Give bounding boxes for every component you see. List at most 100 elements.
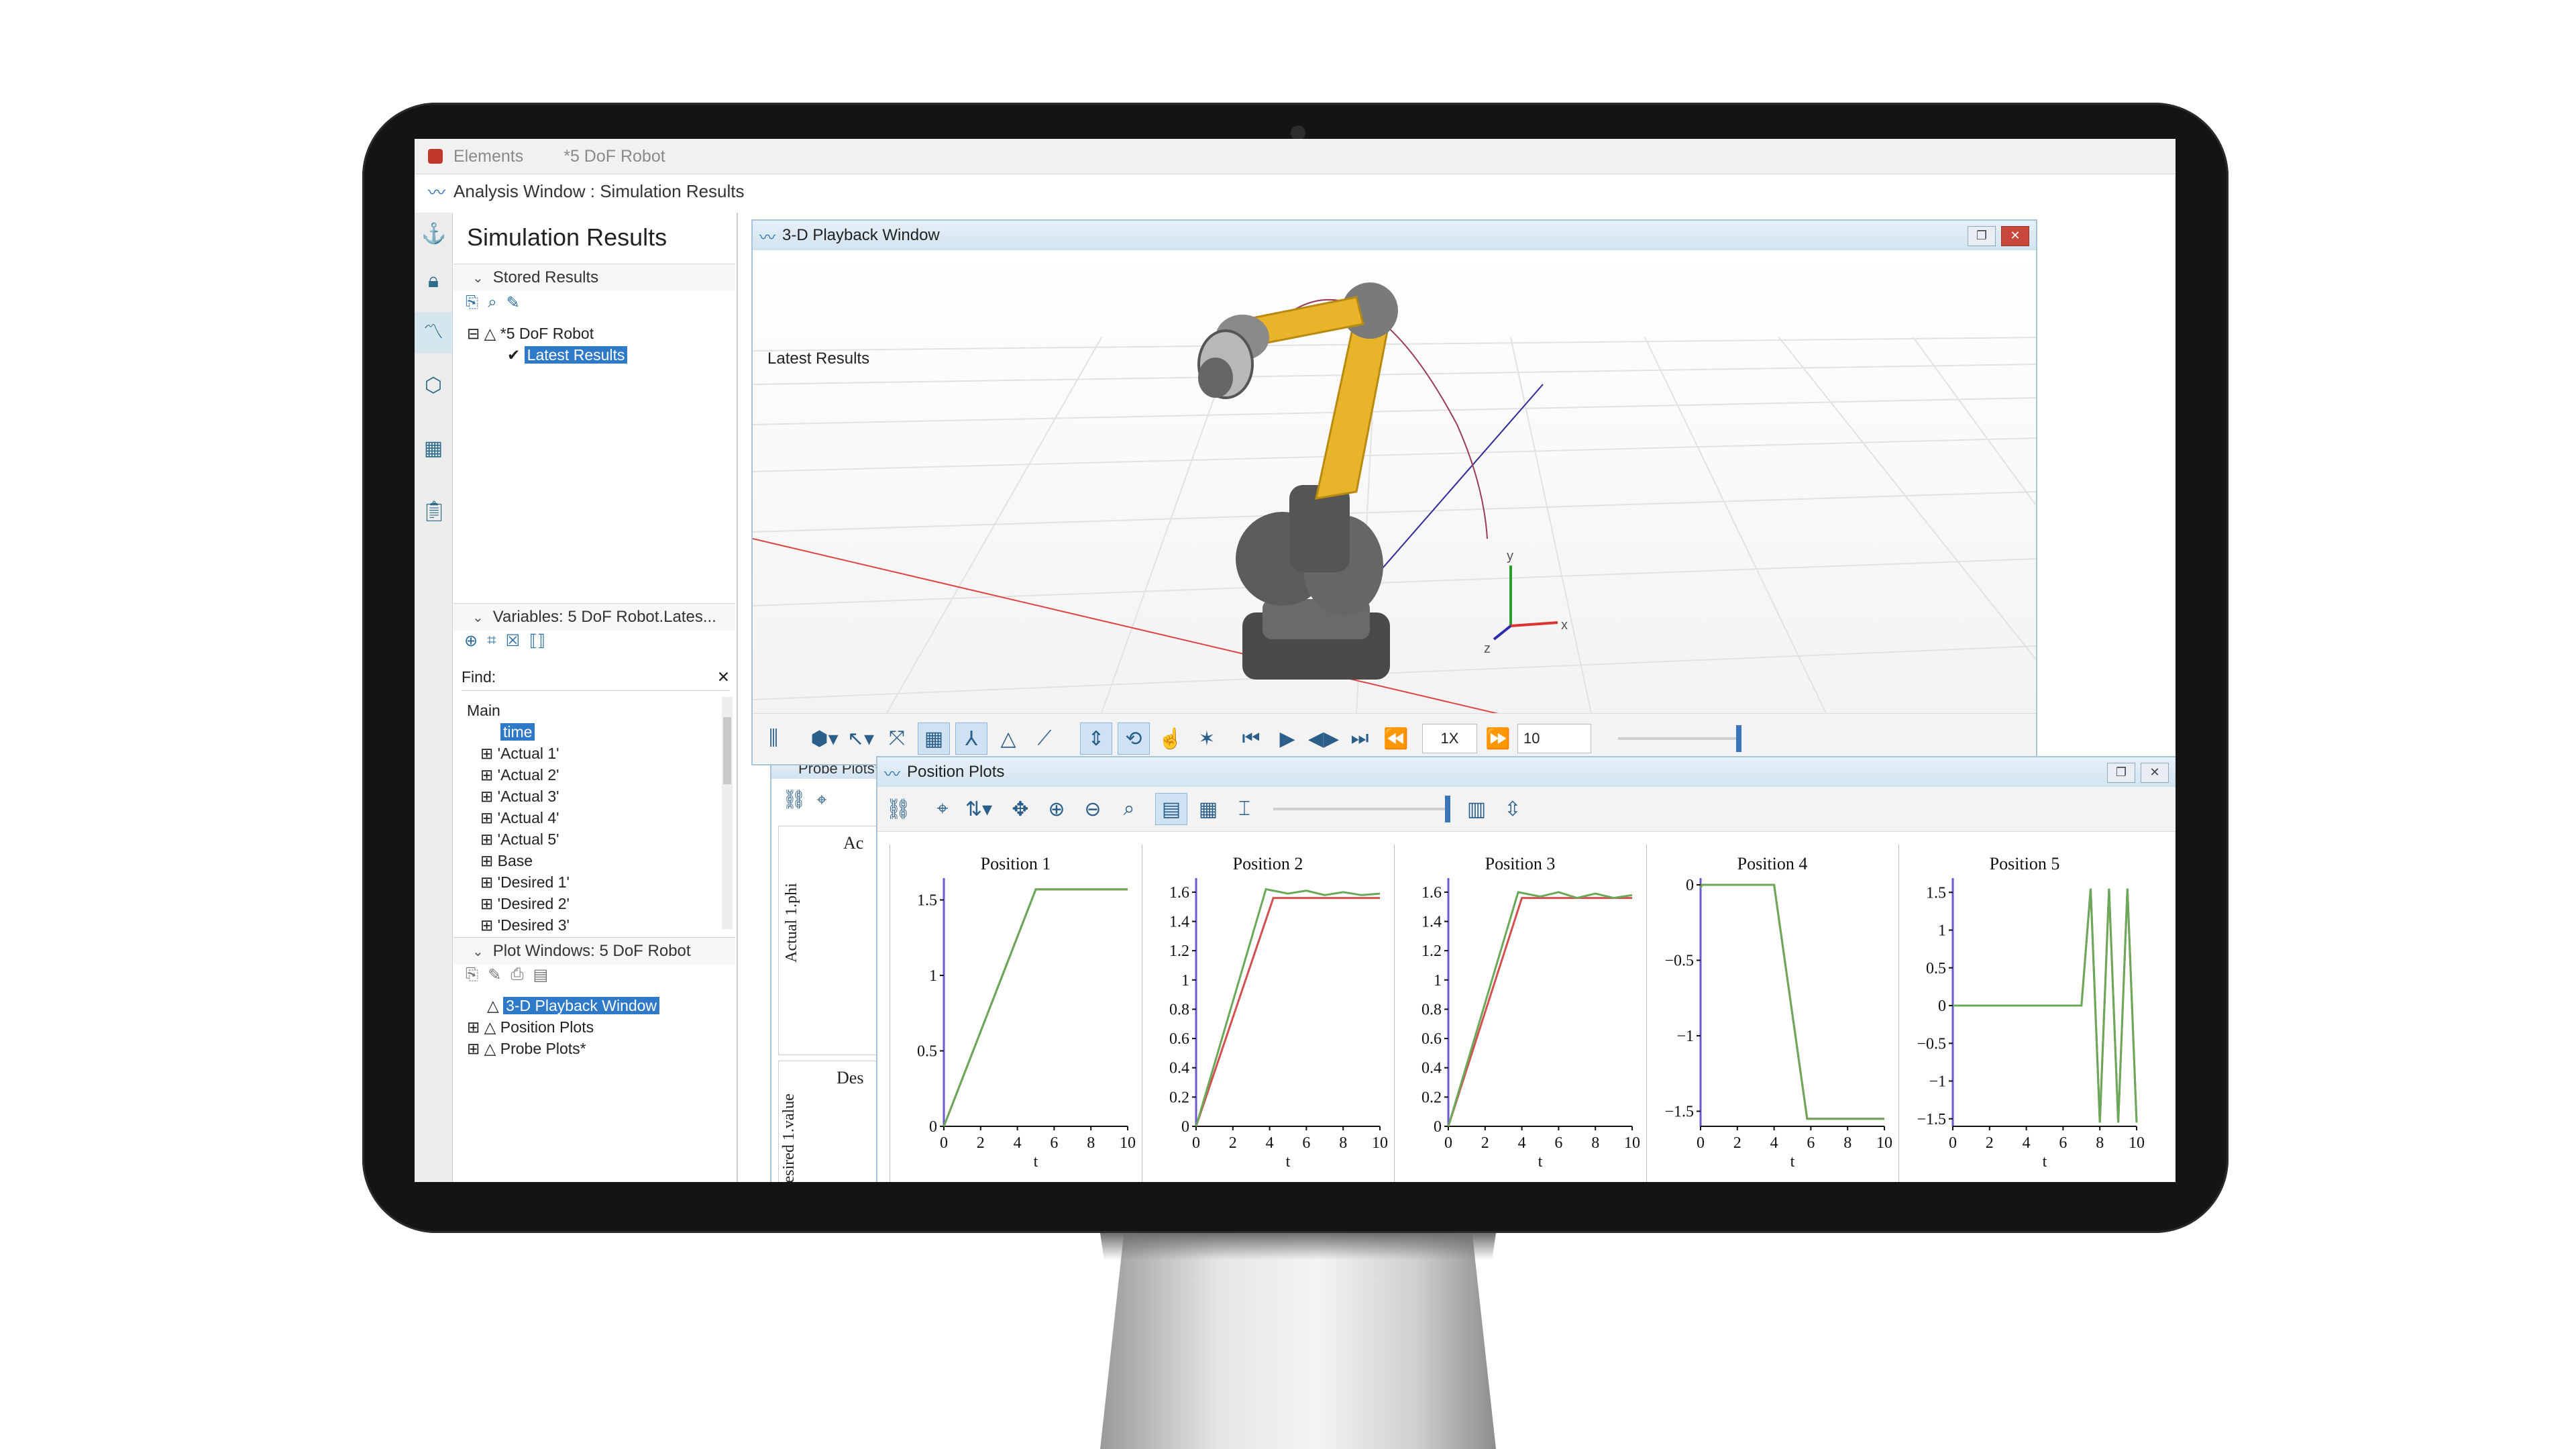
crosshair-icon[interactable]: ⌖ bbox=[927, 794, 958, 824]
y-tick-label: 0.2 bbox=[1169, 1089, 1189, 1106]
restore-button[interactable]: ❐ bbox=[2107, 763, 2135, 783]
ruler-icon[interactable]: ▥ bbox=[1461, 794, 1492, 824]
frame-field[interactable]: 10 bbox=[1517, 724, 1591, 753]
restore-button[interactable]: ❐ bbox=[1968, 226, 1996, 246]
fast-forward-icon[interactable]: ⏩ bbox=[1483, 723, 1513, 754]
play-icon[interactable]: ▶ bbox=[1272, 723, 1303, 754]
position-plot[interactable]: Position 5 −1.5 −1 −0.5 0 0.5 1 1.5 0 2 4 6 8 10 t bbox=[1898, 845, 2150, 1182]
series-line bbox=[1953, 888, 2138, 1123]
playback-slider[interactable] bbox=[1618, 725, 1741, 752]
cursor-icon[interactable]: ⌶ bbox=[1229, 794, 1260, 824]
scene-svg: x y z bbox=[752, 282, 2037, 720]
variable-item[interactable]: ⊞ Base bbox=[467, 850, 715, 871]
find-field[interactable]: Find: ✕ bbox=[462, 663, 730, 691]
tree-item-latest-results[interactable]: ✔ Latest Results bbox=[467, 344, 628, 366]
tree-label: Latest Results bbox=[524, 346, 628, 364]
vertical-move-icon[interactable]: ⇕ bbox=[1080, 722, 1112, 755]
fit-view-icon[interactable]: ⤧ bbox=[881, 723, 912, 754]
plot-window-item[interactable]: ⊞ △ Position Plots bbox=[467, 1016, 659, 1038]
x-tick-label: 4 bbox=[1266, 1134, 1274, 1152]
position-plot[interactable]: Position 2 0 0.2 0.4 0.6 0.8 1 1.2 1.4 1.6 0 2 4 6 8 10… bbox=[1142, 845, 1393, 1182]
variable-item[interactable]: ⊞ 'Actual 2' bbox=[467, 764, 715, 786]
skip-end-icon[interactable]: ⏭ bbox=[1344, 723, 1375, 754]
variable-item[interactable]: ⊞ 'Actual 4' bbox=[467, 807, 715, 828]
pan-icon[interactable]: ✥ bbox=[1005, 794, 1036, 824]
variable-item[interactable]: ⊞ 'Actual 1' bbox=[467, 743, 715, 764]
grid-view-icon[interactable]: ▦ bbox=[1193, 794, 1224, 824]
scale-icon[interactable]: ⇅▾ bbox=[963, 794, 994, 824]
spacing-icon[interactable]: ⇳ bbox=[1497, 794, 1528, 824]
chevron-down-icon[interactable]: ⌄ bbox=[472, 943, 484, 960]
clear-icon[interactable]: ✕ bbox=[717, 668, 730, 686]
position-plot[interactable]: Position 4 −1.5 −1 −0.5 0 0 2 4 6 8 10 t bbox=[1646, 845, 1898, 1182]
skip-start-icon[interactable]: ⏮ bbox=[1236, 723, 1267, 754]
table-view-icon[interactable]: ▤ bbox=[1155, 793, 1187, 825]
grid-icon[interactable]: ▦ bbox=[421, 437, 445, 461]
zoom-fit-icon[interactable]: ⌕ bbox=[1114, 794, 1144, 824]
time-slider[interactable] bbox=[1273, 796, 1450, 822]
plot-variable-icon[interactable]: ⌗ bbox=[487, 631, 496, 651]
variable-item[interactable]: ⊞ 'Actual 5' bbox=[467, 828, 715, 850]
tree-group-main[interactable]: Main bbox=[467, 700, 715, 721]
scroll-thumb[interactable] bbox=[723, 717, 731, 784]
edit-window-icon[interactable]: ✎ bbox=[488, 965, 501, 985]
edit-results-icon[interactable]: ✎ bbox=[506, 293, 520, 313]
record-icon[interactable]: ✶ bbox=[1191, 723, 1222, 754]
variables-scrollbar[interactable] bbox=[722, 697, 733, 929]
step-icon[interactable]: ◀▶ bbox=[1308, 723, 1339, 754]
link-icon[interactable]: ⛓ bbox=[782, 789, 806, 810]
plot-window-item[interactable]: ⊞ △ Probe Plots* bbox=[467, 1038, 659, 1059]
add-variable-icon[interactable]: ⊕ bbox=[464, 631, 478, 651]
x-tick-label: 8 bbox=[1087, 1134, 1095, 1152]
results-chart-icon[interactable]: 〽 bbox=[415, 312, 452, 354]
rotate-icon[interactable]: ⟲ bbox=[1118, 722, 1150, 755]
chart-line-icon: 〰 bbox=[428, 182, 446, 203]
trace-icon[interactable]: ⟋ bbox=[1029, 723, 1060, 754]
print-icon[interactable]: ⎙ bbox=[511, 965, 523, 985]
rewind-icon[interactable]: ⏪ bbox=[1381, 723, 1411, 754]
search-results-icon[interactable]: ⌕ bbox=[488, 293, 496, 313]
plot-windows-header[interactable]: ⌄ Plot Windows: 5 DoF Robot bbox=[453, 937, 735, 965]
variable-item[interactable]: ⊞ 'Desired 3' bbox=[467, 914, 715, 936]
cube-icon[interactable]: ⬡ bbox=[421, 374, 445, 398]
slider-knob[interactable] bbox=[1445, 796, 1450, 822]
hand-pan-icon[interactable]: ☝ bbox=[1155, 723, 1186, 754]
close-button[interactable]: ✕ bbox=[2141, 763, 2169, 783]
y-tick-label: 0.6 bbox=[1421, 1030, 1442, 1048]
stored-results-header[interactable]: ⌄ Stored Results bbox=[453, 264, 735, 291]
variable-item[interactable]: ⊞ 'Desired 1' bbox=[467, 871, 715, 893]
variable-item[interactable]: time bbox=[500, 723, 535, 741]
speed-field[interactable]: 1X bbox=[1422, 724, 1477, 753]
playback-viewport[interactable]: x y z Latest Results bbox=[752, 250, 2037, 720]
cube-view-icon[interactable]: ⬢▾ bbox=[809, 723, 840, 754]
chevron-down-icon[interactable]: ⌄ bbox=[472, 609, 484, 626]
settings-sliders-icon[interactable]: ⫼ bbox=[758, 723, 789, 754]
clipboard-icon[interactable]: 📋︎ bbox=[421, 500, 447, 524]
variable-item[interactable]: ⊞ 'Desired 2' bbox=[467, 893, 715, 914]
pointer-icon[interactable]: ↖▾ bbox=[845, 723, 876, 754]
zoom-out-icon[interactable]: ⊖ bbox=[1077, 794, 1108, 824]
slider-knob[interactable] bbox=[1736, 725, 1741, 752]
variable-item[interactable]: ⊞ 'Actual 3' bbox=[467, 786, 715, 807]
zoom-in-icon[interactable]: ⊕ bbox=[1041, 794, 1072, 824]
open-results-icon[interactable]: ⎘ bbox=[466, 293, 478, 313]
x-tick-label: 2 bbox=[1733, 1134, 1741, 1152]
expression-icon[interactable]: ⟦⟧ bbox=[529, 631, 545, 651]
crosshair-icon[interactable]: ⌖ bbox=[816, 789, 827, 810]
shapes-icon[interactable]: △ bbox=[993, 723, 1024, 754]
close-button[interactable]: ✕ bbox=[2001, 226, 2029, 246]
anchor-icon[interactable]: ⚓ bbox=[421, 222, 446, 246]
chevron-down-icon[interactable]: ⌄ bbox=[472, 270, 484, 286]
position-plot[interactable]: Position 3 0 0.2 0.4 0.6 0.8 1 1.2 1.4 1.6 0 2 4 6 8 10… bbox=[1394, 845, 1646, 1182]
axes-toggle-icon[interactable]: ⅄ bbox=[955, 722, 987, 755]
tree-item-root[interactable]: ⊟ △ *5 DoF Robot bbox=[467, 323, 627, 344]
lock-icon[interactable]: 🔒︎ bbox=[421, 269, 445, 293]
link-icon[interactable]: ⛓ bbox=[883, 794, 914, 824]
new-window-icon[interactable]: ⎘ bbox=[466, 965, 478, 985]
grid-toggle-icon[interactable]: ▦ bbox=[918, 722, 950, 755]
plot-window-item[interactable]: △ 3-D Playback Window bbox=[467, 995, 660, 1016]
export-icon[interactable]: ▤ bbox=[533, 965, 549, 985]
position-plot[interactable]: Position 1 0 0.5 1 1.5 0 2 4 6 8 10 t bbox=[890, 845, 1141, 1182]
variables-header[interactable]: ⌄ Variables: 5 DoF Robot.Lates... bbox=[453, 603, 735, 631]
excel-export-icon[interactable]: ☒ bbox=[506, 631, 521, 651]
